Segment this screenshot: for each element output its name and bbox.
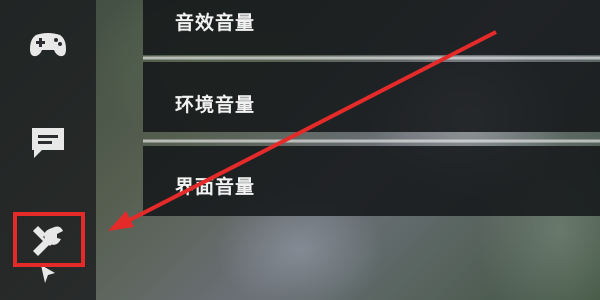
annotation-arrow <box>108 30 497 231</box>
